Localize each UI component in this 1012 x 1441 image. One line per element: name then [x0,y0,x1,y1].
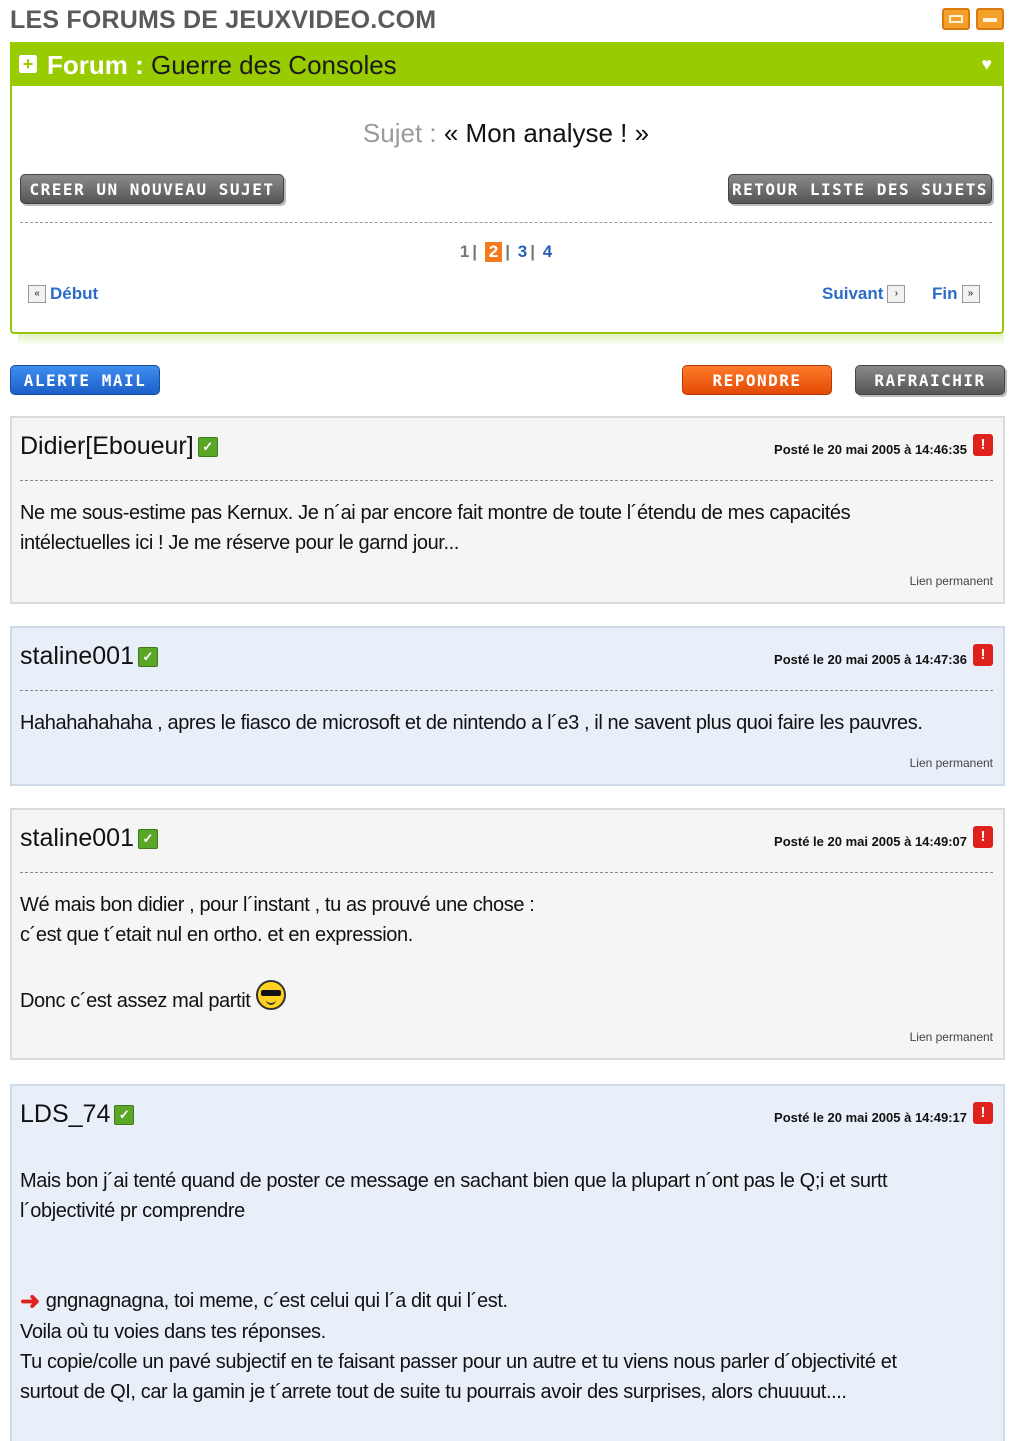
profile-icon[interactable]: ✓ [114,1104,135,1125]
post-line: surtout de QI, car la gamin je t´arrete … [20,1381,847,1403]
page-1[interactable]: 1 [460,242,469,262]
post-date: Posté le 20 mai 2005 à 14:46:35 [774,442,967,457]
post-divider [20,480,993,481]
back-to-list-button[interactable]: RETOUR LISTE DES SUJETS [728,174,992,204]
page-4[interactable]: 4 [543,242,552,262]
cool-smiley-icon [255,980,286,1010]
window-controls [942,8,1004,30]
post-line: l´objectivité pr comprendre [20,1200,245,1222]
post-author[interactable]: staline001 [20,642,134,671]
post-item: Didier[Eboueur] ✓ Posté le 20 mai 2005 à… [10,416,1005,604]
post-line: Hahahahahaha , apres le fiasco de micros… [20,712,923,734]
post-body: Mais bon j´ai tenté quand de poster ce m… [20,1166,993,1407]
first-page-link[interactable]: « Début [28,284,98,304]
site-title: LES FORUMS DE JEUXVIDEO.COM [10,6,437,34]
post-line: c´est que t´etait nul en ortho. et en ex… [20,924,413,946]
permalink[interactable]: Lien permanent [910,756,993,770]
first-page-icon: « [28,285,46,303]
post-line: Tu copie/colle un pavé subjectif en te f… [20,1351,897,1373]
mail-alert-button[interactable]: ALERTE MAIL [10,365,160,395]
permalink[interactable]: Lien permanent [910,1030,993,1044]
post-author[interactable]: staline001 [20,824,134,853]
new-topic-button[interactable]: CREER UN NOUVEAU SUJET [20,174,284,204]
post-item: LDS_74 ✓ Posté le 20 mai 2005 à 14:49:17… [10,1084,1005,1441]
last-page-link[interactable]: Fin » [932,284,980,304]
page-3[interactable]: 3 [518,242,527,262]
next-page-link[interactable]: Suivant › [822,284,906,304]
post-date: Posté le 20 mai 2005 à 14:47:36 [774,652,967,667]
profile-icon[interactable]: ✓ [137,646,158,667]
post-divider [20,690,993,691]
forum-header: + Forum : Guerre des Consoles ♥ [10,42,1004,86]
last-page-icon: » [961,285,980,303]
minimize-icon[interactable] [942,8,970,30]
post-author[interactable]: LDS_74 [20,1100,110,1129]
forum-name[interactable]: Guerre des Consoles [151,50,397,80]
post-item: staline001 ✓ Posté le 20 mai 2005 à 14:4… [10,808,1005,1060]
post-line: Donc c´est assez mal partit [20,990,251,1012]
subject-title: « Mon analyse ! » [443,118,650,148]
maximize-icon[interactable] [976,8,1004,30]
reply-button[interactable]: REPONDRE [682,365,832,395]
forum-label: Forum : [47,50,144,80]
subject-heading: Sujet : « Mon analyse ! » [0,118,1012,149]
report-icon[interactable]: ! [973,644,993,666]
favorite-icon[interactable]: ♥ [981,54,992,75]
expand-icon[interactable]: + [19,55,37,73]
post-body: Ne me sous-estime pas Kernux. Je n´ai pa… [20,498,993,558]
first-page-label: Début [50,284,99,303]
post-line: Voila où tu voies dans tes réponses. [20,1321,326,1343]
post-line: Mais bon j´ai tenté quand de poster ce m… [20,1170,888,1192]
refresh-button[interactable]: RAFRAICHIR [855,365,1005,395]
arrow-right-icon: ➜ [20,1288,40,1315]
next-page-icon: › [887,285,906,303]
forum-panel-shadow [18,334,1004,346]
profile-icon[interactable]: ✓ [137,828,158,849]
post-line: intélectuelles ici ! Je me réserve pour … [20,532,459,554]
post-item: staline001 ✓ Posté le 20 mai 2005 à 14:4… [10,626,1005,786]
report-icon[interactable]: ! [973,826,993,848]
report-icon[interactable]: ! [973,434,993,456]
pagination: 1 | 2 | 3 | 4 [459,242,553,262]
post-date: Posté le 20 mai 2005 à 14:49:07 [774,834,967,849]
post-author[interactable]: Didier[Eboueur] [20,432,194,461]
profile-icon[interactable]: ✓ [197,436,218,457]
post-divider [20,872,993,873]
post-body: Hahahahahaha , apres le fiasco de micros… [20,708,993,738]
last-page-label: Fin [932,284,958,303]
post-line: gngnagnagna, toi meme, c´est celui qui l… [45,1290,508,1312]
post-date: Posté le 20 mai 2005 à 14:49:17 [774,1110,967,1125]
permalink[interactable]: Lien permanent [910,574,993,588]
report-icon[interactable]: ! [973,1102,993,1124]
post-line: Wé mais bon didier , pour l´instant , tu… [20,894,535,916]
post-line: Ne me sous-estime pas Kernux. Je n´ai pa… [20,502,851,524]
next-page-label: Suivant [822,284,884,303]
page-2-current: 2 [484,242,503,262]
post-body: Wé mais bon didier , pour l´instant , tu… [20,890,993,1016]
subject-label: Sujet : [362,118,437,148]
divider [20,222,992,223]
